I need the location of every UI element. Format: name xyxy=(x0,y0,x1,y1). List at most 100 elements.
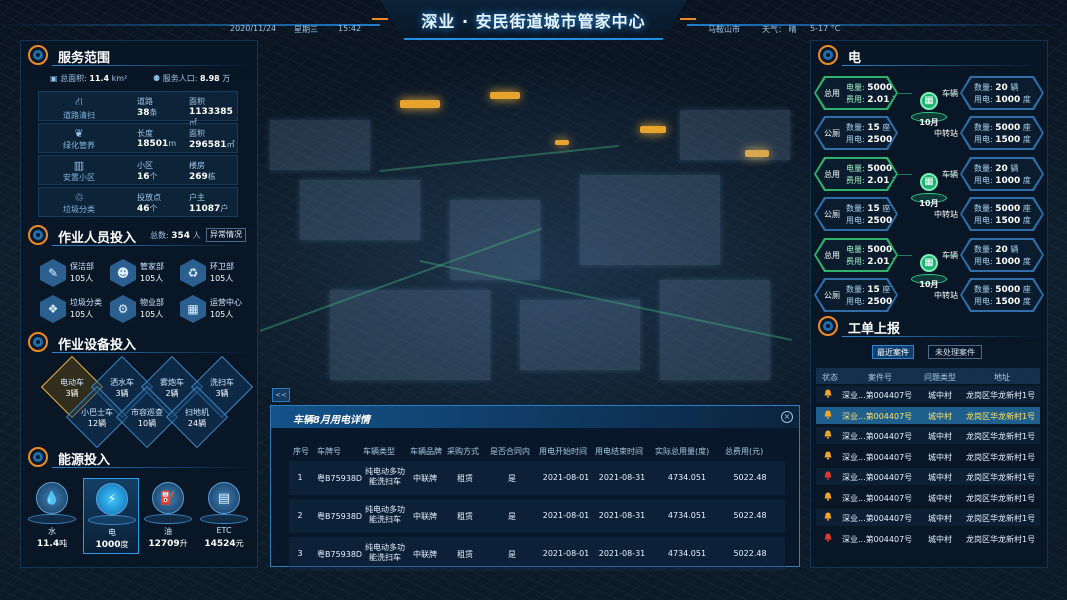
abnormal-button[interactable]: 异常情况 xyxy=(206,228,246,242)
pill-row: 用电: 1000 度 xyxy=(974,257,1031,267)
popup-cell: 是 xyxy=(508,550,516,559)
pill-row: 数量: 15 座 xyxy=(846,285,891,295)
staff-item[interactable]: ☻ 管家部 105人 xyxy=(110,256,180,290)
energy-item-etc[interactable]: ▤ ETC 14524元 xyxy=(196,478,252,554)
electricity-pill-right[interactable]: 数量: 20 辆用电: 1000 度 xyxy=(960,238,1044,272)
electricity-pill-left[interactable]: 总用电量: 5000 度费用: 2.01 万元 xyxy=(814,238,898,272)
section-divider xyxy=(842,65,1042,66)
energy-item-electricity[interactable]: ⚡ 电 1000度 xyxy=(83,478,139,554)
table-row[interactable]: 深业...第004407号 城中村 龙岗区华龙新村1号 xyxy=(816,448,1040,465)
popup-cell: 纯电动多功能洗扫车 xyxy=(365,467,405,486)
table-row[interactable]: 深业...第004407号 城中村 龙岗区华龙新村1号 xyxy=(816,489,1040,506)
electricity-pill-right[interactable]: 数量: 5000 座用电: 1500 度 xyxy=(960,197,1044,231)
energy-item-water[interactable]: 💧 水 11.4吨 xyxy=(24,478,80,554)
table-row[interactable]: 深业...第004407号 城中村 龙岗区华龙新村1号 xyxy=(816,406,1040,424)
popup-cell: 中联牌 xyxy=(413,512,437,521)
temperature-text: 5-17 °C xyxy=(810,24,841,33)
stat-row-road-cleaning[interactable]: ⛙ 道路清扫 道路 38条 面积 1133385㎡ xyxy=(38,91,238,127)
meter-icon: ▦ xyxy=(920,173,938,191)
stat-row-greening[interactable]: ❦ 绿化管养 长度 18501m 面积 296581㎡ xyxy=(38,123,238,153)
electricity-pill-left[interactable]: 总用电量: 5000 度费用: 2.01 万元 xyxy=(814,76,898,110)
garbage-sorting-item: ♲ 垃圾分类 xyxy=(49,191,109,215)
pill-name: 公厕 xyxy=(824,291,840,300)
pod-base xyxy=(88,515,136,525)
electricity-pill-right[interactable]: 数量: 20 辆用电: 1000 度 xyxy=(960,157,1044,191)
case-type: 城中村 xyxy=(928,391,952,400)
staff-item[interactable]: ♻ 环卫部 105人 xyxy=(180,256,250,290)
staff-item[interactable]: ▦ 运营中心 105人 xyxy=(180,292,250,326)
close-icon[interactable]: × xyxy=(781,411,793,423)
date-text: 2020/11/24 xyxy=(230,24,277,33)
stat-row-label: 绿化管养 xyxy=(63,141,95,150)
case-type: 城中村 xyxy=(928,493,952,503)
popup-cell: 4734.051 xyxy=(667,549,707,558)
equipment-label: 扫地机 24辆 xyxy=(185,408,209,428)
collapse-toggle-button[interactable]: << xyxy=(272,388,290,402)
staff-item[interactable]: ❖ 垃圾分类 105人 xyxy=(40,292,110,326)
month-hub[interactable]: ▦ 10月 xyxy=(911,254,947,296)
tree-icon: ❦ xyxy=(74,127,84,140)
case-type: 城中村 xyxy=(928,411,952,421)
pill-row: 数量: 5000 座 xyxy=(974,204,1031,214)
stat-row-label: 垃圾分类 xyxy=(63,205,95,214)
staff-count: 105人 xyxy=(210,274,234,283)
building-block xyxy=(270,120,370,170)
popup-cell: 1 xyxy=(297,473,303,482)
electricity-pill-left[interactable]: 公厕数量: 15 座用电: 2500 度 xyxy=(814,116,898,150)
popup-column-header: 车辆类型 xyxy=(363,447,395,456)
stat-key: 道路 xyxy=(137,97,153,106)
col-status: 状态 xyxy=(822,373,838,382)
section-divider xyxy=(52,65,252,66)
electricity-pill-left[interactable]: 公厕数量: 15 座用电: 2500 度 xyxy=(814,278,898,312)
table-row[interactable]: 深业...第004407号 城中村 龙岗区华龙新村1号 xyxy=(816,509,1040,526)
section-ring-icon xyxy=(818,45,838,65)
hub-month: 10月 xyxy=(919,280,939,289)
table-row[interactable]: 深业...第004407号 城中村 龙岗区华龙新村1号 xyxy=(816,386,1040,403)
area-unit: km² xyxy=(111,74,128,83)
stat-value: 11087户 xyxy=(189,204,229,214)
highlight-building xyxy=(490,92,520,99)
case-number: 深业...第004407号 xyxy=(842,473,913,482)
staff-item[interactable]: ⚙ 物业部 105人 xyxy=(110,292,180,326)
popup-column-header: 车辆品牌 xyxy=(410,447,442,456)
case-number: 深业...第004407号 xyxy=(842,432,913,441)
stat-key: 投放点 xyxy=(137,193,161,202)
energy-value: 12709升 xyxy=(148,539,188,549)
month-hub[interactable]: ▦ 10月 xyxy=(911,92,947,134)
staff-count: 105人 xyxy=(70,274,94,283)
electricity-pill-right[interactable]: 数量: 5000 座用电: 1500 度 xyxy=(960,278,1044,312)
highlight-building xyxy=(555,140,569,145)
stat-row-resettlement[interactable]: ▥ 安置小区 小区 16个 楼房 269栋 xyxy=(38,155,238,185)
electricity-pill-left[interactable]: 公厕数量: 15 座用电: 2500 度 xyxy=(814,197,898,231)
hub-month: 10月 xyxy=(919,118,939,127)
pill-name: 总用 xyxy=(824,89,840,98)
sorting-icon: ❖ xyxy=(40,295,66,323)
case-number: 深业...第004407号 xyxy=(842,452,913,462)
electricity-pill-right[interactable]: 数量: 20 辆用电: 1000 度 xyxy=(960,76,1044,110)
col-case: 案件号 xyxy=(868,373,892,382)
area-icon: ▣ xyxy=(50,74,58,83)
energy-section-header: 能源投入 xyxy=(28,447,256,469)
staff-name: 垃圾分类 xyxy=(70,298,102,307)
popup-column-header: 是否合同内 xyxy=(490,447,530,456)
col-type: 问题类型 xyxy=(924,373,956,382)
electricity-pill-right[interactable]: 数量: 5000 座用电: 1500 度 xyxy=(960,116,1044,150)
pill-name: 总用 xyxy=(824,170,840,179)
population-unit: 万 xyxy=(222,74,231,83)
tab-recent-cases[interactable]: 最近案件 xyxy=(872,345,914,359)
staff-item[interactable]: ✎ 保洁部 105人 xyxy=(40,256,110,290)
popup-cell: 中联牌 xyxy=(413,550,437,559)
tab-unhandled-cases[interactable]: 未处理案件 xyxy=(928,345,982,359)
energy-item-fuel[interactable]: ⛽ 油 12709升 xyxy=(140,478,196,554)
stat-value: 38条 xyxy=(137,108,158,118)
building-block xyxy=(580,175,720,265)
stat-value: 16个 xyxy=(137,172,158,182)
month-hub[interactable]: ▦ 10月 xyxy=(911,173,947,215)
table-row[interactable]: 深业...第004407号 城中村 龙岗区华龙新村1号 xyxy=(816,468,1040,485)
case-number: 深业...第004407号 xyxy=(842,391,913,400)
orders-section-header: 工单上报 xyxy=(818,316,1046,338)
stat-row-garbage[interactable]: ♲ 垃圾分类 投放点 46个 户主 11087户 xyxy=(38,187,238,217)
electricity-pill-left[interactable]: 总用电量: 5000 度费用: 2.01 万元 xyxy=(814,157,898,191)
table-row[interactable]: 深业...第004407号 城中村 龙岗区华龙新村1号 xyxy=(816,427,1040,444)
table-row[interactable]: 深业...第004407号 城中村 龙岗区华龙新村1号 xyxy=(816,530,1040,547)
